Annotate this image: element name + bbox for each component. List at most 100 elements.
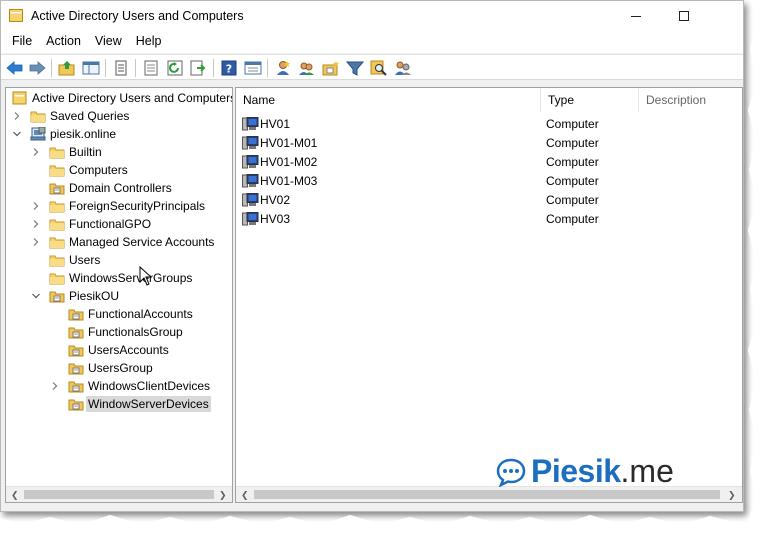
forward-button[interactable] (27, 58, 47, 78)
tree-node-label: Computers (69, 163, 128, 177)
export-list-button[interactable] (141, 58, 161, 78)
new-user-button[interactable] (273, 58, 293, 78)
export-list-icon (144, 60, 158, 76)
menu-view[interactable]: View (88, 31, 129, 53)
tree-node[interactable]: Builtin (6, 143, 232, 161)
toolbar: ? (1, 54, 743, 80)
scrollbar-thumb[interactable] (24, 490, 214, 499)
tree-node[interactable]: FunctionalAccounts (6, 305, 232, 323)
toolbar-separator (105, 59, 106, 77)
new-ou-button[interactable] (321, 58, 341, 78)
ou-icon (68, 309, 84, 321)
chevron-right-icon[interactable] (12, 111, 22, 121)
scroll-left-icon[interactable]: ❮ (241, 490, 249, 501)
computer-icon (242, 117, 259, 131)
list-row[interactable]: HV01-M02 Computer (236, 153, 726, 172)
refresh-icon (167, 60, 183, 76)
minimize-button[interactable] (613, 1, 659, 31)
filter-button[interactable] (345, 58, 365, 78)
tree-node[interactable]: FunctionalGPO (6, 215, 232, 233)
refresh-button[interactable] (165, 58, 185, 78)
minimize-icon (631, 16, 641, 17)
show-hide-tree-button[interactable] (81, 58, 101, 78)
chevron-right-icon[interactable] (50, 381, 60, 391)
tree-node[interactable]: piesik.online (6, 125, 232, 143)
folder-icon (49, 273, 65, 285)
tree-node[interactable]: WindowServerDevices (6, 395, 232, 413)
computer-icon (242, 136, 259, 150)
chevron-right-icon[interactable] (31, 219, 41, 229)
console-tree-pane[interactable]: Active Directory Users and Computers Sav… (5, 87, 233, 503)
list-row[interactable]: HV03 Computer (236, 210, 726, 229)
tree-node-label: Domain Controllers (69, 181, 172, 195)
tree-node[interactable]: Computers (6, 161, 232, 179)
copy-button[interactable] (111, 58, 131, 78)
tree-node[interactable]: Saved Queries (6, 107, 232, 125)
watermark: Piesik .me (495, 453, 674, 490)
help-button[interactable]: ? (219, 58, 239, 78)
tree-node[interactable]: Domain Controllers (6, 179, 232, 197)
results-list-pane[interactable]: Name Type Description HV01 Computer HV01-M… (235, 87, 743, 503)
list-row[interactable]: HV01-M03 Computer (236, 172, 726, 191)
list-row[interactable]: HV02 Computer (236, 191, 726, 210)
ou-icon (68, 345, 84, 357)
tree-node-label: Builtin (69, 145, 102, 159)
tree-node-label: Managed Service Accounts (69, 235, 215, 249)
chevron-right-icon[interactable] (31, 201, 41, 211)
menu-help[interactable]: Help (129, 31, 169, 53)
tree-node[interactable]: PiesikOU (6, 287, 232, 305)
tree-horizontal-scrollbar[interactable]: ❮ ❯ (6, 486, 232, 502)
menu-action[interactable]: Action (39, 31, 88, 53)
ou-icon (68, 327, 84, 339)
export-icon (190, 60, 206, 76)
tree-node[interactable]: Managed Service Accounts (6, 233, 232, 251)
chevron-down-icon[interactable] (31, 291, 41, 301)
chevron-down-icon[interactable] (12, 129, 22, 139)
show-tree-icon (82, 61, 100, 75)
column-header-name[interactable]: Name (236, 88, 541, 112)
tree-node-label: WindowsClientDevices (88, 379, 211, 393)
tree-node-label: FunctionalsGroup (88, 325, 183, 339)
chevron-right-icon[interactable] (31, 237, 41, 247)
find-button[interactable] (369, 58, 389, 78)
filter-icon (346, 61, 364, 76)
tree-node[interactable]: UsersAccounts (6, 341, 232, 359)
up-one-level-button[interactable] (57, 58, 77, 78)
column-header-description[interactable]: Description (639, 88, 742, 112)
back-button[interactable] (5, 58, 25, 78)
scrollbar-thumb[interactable] (254, 490, 720, 499)
maximize-button[interactable] (661, 1, 707, 31)
list-row[interactable]: HV01-M01 Computer (236, 134, 726, 153)
tree-node[interactable]: WindowsClientDevices (6, 377, 232, 395)
tree-node[interactable]: Users (6, 251, 232, 269)
title-bar[interactable]: Active Directory Users and Computers (1, 1, 743, 31)
folder-icon (49, 219, 65, 231)
column-header-type[interactable]: Type (541, 88, 639, 112)
new-group-button[interactable] (297, 58, 317, 78)
domain-icon (30, 127, 46, 141)
forward-arrow-icon (29, 61, 46, 75)
row-type: Computer (546, 212, 599, 226)
tree-node[interactable]: WindowsServerGroups (6, 269, 232, 287)
window-title: Active Directory Users and Computers (31, 9, 244, 23)
mmc-view-button[interactable] (243, 58, 263, 78)
list-row[interactable]: HV01 Computer (236, 115, 726, 134)
tree-node-label: WindowsServerGroups (69, 271, 193, 285)
scroll-left-icon[interactable]: ❮ (11, 490, 19, 501)
menu-bar: File Action View Help (1, 31, 743, 53)
menu-file[interactable]: File (5, 31, 39, 53)
export-button[interactable] (189, 58, 209, 78)
ou-icon (49, 291, 65, 303)
row-name: HV01 (260, 117, 291, 131)
tree-node-label: Users (69, 253, 101, 267)
scroll-right-icon[interactable]: ❯ (728, 490, 736, 501)
tree-node[interactable]: UsersGroup (6, 359, 232, 377)
folder-icon (49, 237, 65, 249)
app-icon (9, 9, 23, 22)
chevron-right-icon[interactable] (31, 147, 41, 157)
tree-node[interactable]: ForeignSecurityPrincipals (6, 197, 232, 215)
scroll-right-icon[interactable]: ❯ (219, 490, 227, 501)
row-name: HV01-M01 (260, 136, 318, 150)
tree-node[interactable]: FunctionalsGroup (6, 323, 232, 341)
add-to-group-button[interactable] (393, 58, 413, 78)
